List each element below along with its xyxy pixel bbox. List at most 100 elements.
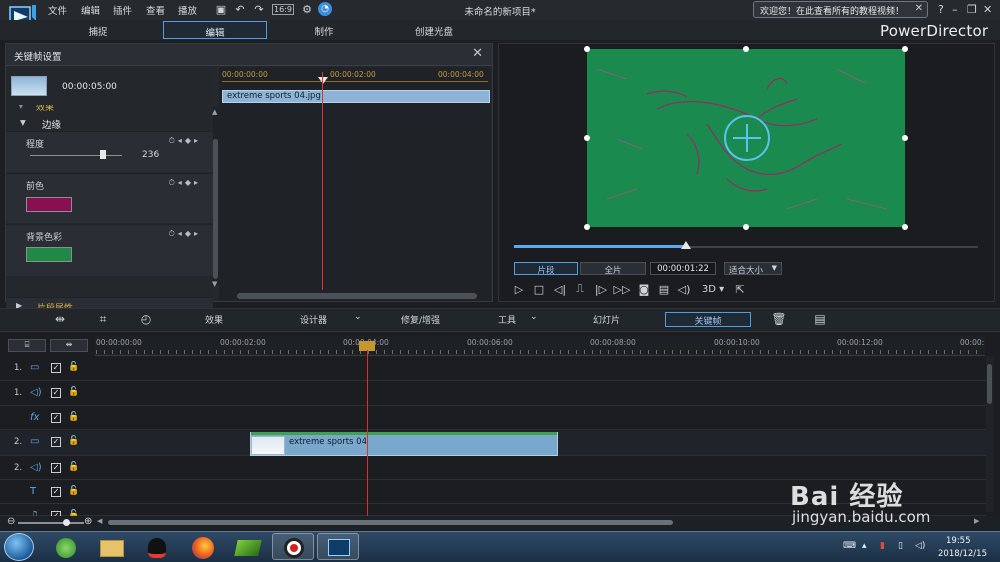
split-icon[interactable]: ⎍ — [572, 281, 588, 297]
stop-icon[interactable]: □ — [531, 281, 547, 297]
preview-video[interactable] — [587, 49, 905, 227]
undock-icon[interactable]: ⇱ — [732, 281, 748, 297]
timeline-hscrollbar-thumb[interactable] — [108, 520, 673, 525]
restore-icon[interactable]: ❐ — [967, 3, 977, 16]
next-frame-icon[interactable]: |▷ — [593, 281, 609, 297]
keyframe-hscrollbar-thumb[interactable] — [237, 293, 477, 299]
tools-button[interactable]: 工具 — [498, 313, 516, 326]
redo-icon[interactable]: ↷ — [252, 2, 266, 16]
edge-section[interactable]: ▼ 边缘 — [6, 115, 213, 131]
effects-button[interactable]: 效果 — [205, 313, 223, 326]
chevron-down-icon[interactable]: ⌄ — [530, 312, 538, 322]
scroll-down-icon[interactable]: ▼ — [212, 280, 217, 288]
resize-handle[interactable] — [584, 224, 590, 230]
keyframe-controls[interactable]: ⏱◂◆▸ — [169, 136, 201, 146]
start-button[interactable] — [4, 533, 34, 561]
track-enable-checkbox[interactable]: ✓ — [51, 463, 61, 473]
fast-forward-icon[interactable]: ▷▷ — [614, 281, 631, 297]
timer-icon[interactable]: ◴ — [138, 311, 154, 327]
resize-handle[interactable] — [902, 224, 908, 230]
track-lock-icon[interactable]: 🔓 — [68, 486, 79, 496]
track-lock-icon[interactable]: 🔓 — [68, 387, 79, 397]
more-icon[interactable]: ▤ — [812, 311, 828, 327]
track-row[interactable]: fx ✓ 🔓 — [0, 407, 986, 430]
tab-capture[interactable]: 捕捉 — [46, 21, 150, 39]
degree-slider-handle[interactable] — [99, 150, 106, 159]
keyboard-icon[interactable]: ⌨ — [843, 541, 856, 551]
segment-full-button[interactable]: 全片 — [580, 262, 646, 276]
taskbar-app[interactable] — [44, 533, 86, 560]
keyframe-playhead[interactable] — [322, 72, 323, 290]
track-enable-checkbox[interactable]: ✓ — [51, 363, 61, 373]
menu-view[interactable]: 查看 — [146, 3, 165, 17]
track-lock-icon[interactable]: 🔓 — [68, 462, 79, 472]
keyframe-button[interactable]: 关键帧 — [665, 312, 751, 327]
preview-progress-knob[interactable] — [680, 241, 691, 249]
track-row[interactable]: 1. ▭ ✓ 🔓 — [0, 357, 986, 381]
track-lock-icon[interactable]: 🔓 — [68, 362, 79, 372]
keyframe-clip[interactable]: extreme sports 04.jpg — [222, 90, 490, 103]
resize-handle[interactable] — [584, 46, 590, 52]
keyframe-controls[interactable]: ⏱◂◆▸ — [169, 178, 201, 188]
undo-icon[interactable]: ↶ — [233, 2, 247, 16]
snapshot-icon[interactable]: ◙ — [636, 281, 652, 297]
close-icon[interactable]: ✕ — [472, 46, 483, 61]
help-icon[interactable]: ? — [938, 3, 944, 16]
trash-icon[interactable]: 🗑 — [771, 311, 787, 327]
taskbar-app[interactable] — [272, 533, 314, 560]
volume-tray-icon[interactable]: ◁) — [915, 541, 925, 551]
volume-icon[interactable]: ◁) — [676, 281, 692, 297]
crop-icon[interactable]: ⌗ — [95, 311, 111, 327]
preview-timecode[interactable]: 00:00:01:22 — [650, 262, 716, 275]
welcome-banner[interactable]: 欢迎您！在此查看所有的教程视频！ ✕ — [753, 1, 928, 18]
taskbar-app[interactable] — [135, 533, 177, 560]
designer-button[interactable]: 设计器 — [300, 313, 327, 326]
mode-3d-button[interactable]: 3D ▾ — [698, 281, 728, 297]
zoom-in-icon[interactable]: ⊕ — [84, 516, 92, 527]
timeline-vscrollbar-thumb[interactable] — [987, 364, 992, 404]
resize-handle[interactable] — [902, 135, 908, 141]
chevron-down-icon[interactable]: ⌄ — [354, 312, 362, 322]
play-icon[interactable]: ▷ — [511, 281, 527, 297]
zoom-slider-track[interactable] — [18, 522, 84, 524]
effects-section[interactable]: ▼ 效果 — [6, 105, 213, 113]
tab-edit[interactable]: 编辑 — [163, 21, 267, 39]
aspect-ratio-icon[interactable]: 16:9 — [272, 4, 294, 15]
zoom-fit-button[interactable]: ⇹ — [50, 339, 88, 352]
zoom-out-icon[interactable]: ⊖ — [7, 516, 15, 527]
track-enable-checkbox[interactable]: ✓ — [51, 437, 61, 447]
tab-produce[interactable]: 制作 — [272, 21, 376, 39]
scroll-right-icon[interactable]: ▶ — [974, 517, 979, 525]
bg-color-swatch[interactable] — [26, 247, 72, 262]
clock-date[interactable]: 2018/12/15 — [938, 549, 987, 559]
scroll-left-icon[interactable]: ◀ — [97, 517, 102, 525]
close-window-icon[interactable]: ✕ — [983, 3, 992, 16]
playhead-marker[interactable] — [318, 77, 328, 84]
tab-create-disc[interactable]: 创建光盘 — [382, 21, 486, 39]
security-icon[interactable]: ▮ — [880, 541, 885, 551]
taskbar-app[interactable] — [181, 533, 223, 560]
track-lock-icon[interactable]: 🔓 — [68, 436, 79, 446]
subtitle-icon[interactable]: ▤ — [656, 281, 672, 297]
degree-slider-track[interactable] — [30, 155, 122, 156]
menu-playback[interactable]: 播放 — [178, 3, 197, 17]
track-enable-checkbox[interactable]: ✓ — [51, 388, 61, 398]
gear-icon[interactable]: ⚙ — [300, 2, 314, 16]
zoom-slider-handle[interactable] — [63, 519, 70, 526]
track-enable-checkbox[interactable]: ✓ — [51, 413, 61, 423]
resize-handle[interactable] — [743, 224, 749, 230]
fit-size-select[interactable]: 适合大小 ▼ — [724, 262, 782, 276]
taskbar-app[interactable] — [90, 533, 132, 560]
scroll-up-icon[interactable]: ▲ — [212, 108, 217, 116]
fg-color-swatch[interactable] — [26, 197, 72, 212]
timeline-playhead[interactable] — [367, 350, 368, 516]
resize-handle[interactable] — [902, 46, 908, 52]
minimize-icon[interactable]: – — [952, 3, 958, 16]
tray-expand-icon[interactable]: ▴ — [862, 541, 867, 551]
clock-time[interactable]: 19:55 — [946, 536, 971, 546]
keyframe-controls[interactable]: ⏱◂◆▸ — [169, 229, 201, 239]
save-icon[interactable]: ▣ — [214, 2, 228, 16]
properties-scrollbar-thumb[interactable] — [213, 139, 218, 279]
track-enable-checkbox[interactable]: ✓ — [51, 487, 61, 497]
close-icon[interactable]: ✕ — [915, 3, 923, 14]
